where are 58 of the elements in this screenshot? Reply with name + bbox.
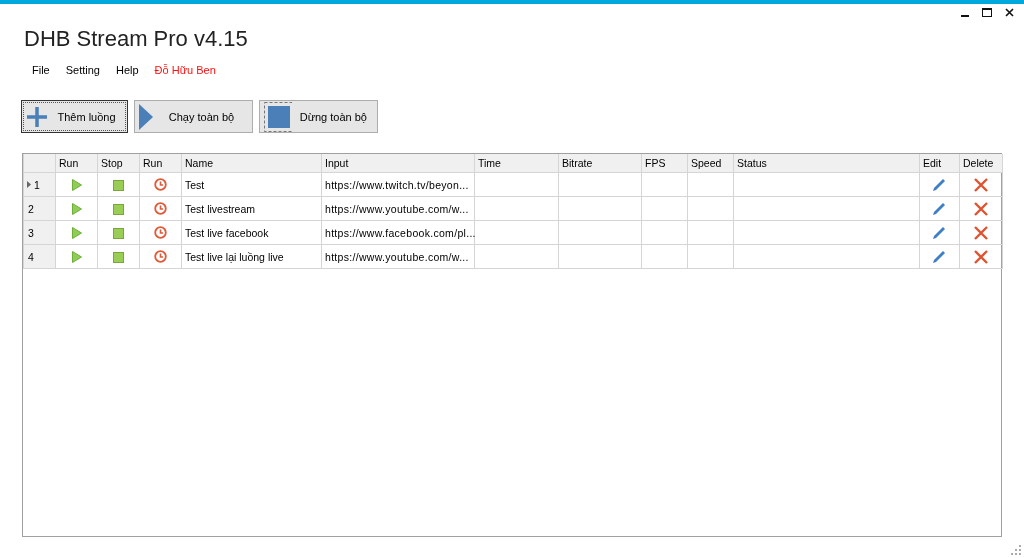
column-header[interactable]: Time [474, 154, 559, 173]
row-number: 1 [34, 178, 40, 191]
column-header[interactable]: FPS [641, 154, 688, 173]
column-header[interactable]: Run [55, 154, 98, 173]
column-header[interactable]: Name [181, 154, 322, 173]
resize-grip-icon[interactable] [1011, 545, 1021, 555]
row-number: 2 [28, 202, 34, 215]
stream-name: Test live lại luồng live [185, 250, 284, 263]
column-header[interactable]: Delete [959, 154, 1003, 173]
play-icon[interactable] [71, 203, 82, 216]
stop-icon [264, 101, 292, 132]
pencil-icon[interactable] [932, 201, 947, 216]
plus-icon [26, 105, 48, 128]
delete-icon[interactable] [974, 225, 988, 240]
play-icon [139, 103, 153, 130]
column-header[interactable]: Input [321, 154, 475, 173]
clock-icon[interactable] [154, 250, 167, 264]
app-title: DHB Stream Pro v4.15 [24, 25, 248, 53]
play-icon[interactable] [71, 251, 82, 264]
stop-icon[interactable] [113, 227, 124, 239]
column-header[interactable]: Edit [919, 154, 960, 173]
column-header[interactable]: Stop [97, 154, 140, 173]
run-all-button[interactable]: Chạy toàn bộ [134, 100, 253, 133]
input-url: https://www.facebook.com/pl... [325, 226, 476, 239]
menu-item[interactable]: File [25, 61, 58, 79]
play-icon[interactable] [71, 179, 82, 192]
stop-all-button[interactable]: Dừng toàn bộ [259, 100, 378, 133]
pencil-icon[interactable] [932, 249, 947, 264]
clock-icon[interactable] [154, 226, 167, 240]
menu-item[interactable]: Setting [57, 61, 108, 79]
pencil-icon[interactable] [932, 225, 947, 240]
maximize-icon[interactable] [982, 8, 992, 17]
input-url: https://www.youtube.com/w... [325, 250, 469, 263]
menu-item[interactable]: Help [108, 61, 147, 79]
column-header[interactable]: Run [139, 154, 182, 173]
column-header[interactable]: Status [733, 154, 920, 173]
stop-icon[interactable] [113, 251, 124, 263]
stop-icon[interactable] [113, 179, 124, 191]
clock-icon[interactable] [154, 178, 167, 192]
delete-icon[interactable] [974, 249, 988, 264]
stream-name: Test live facebook [185, 226, 269, 239]
input-url: https://www.youtube.com/w... [325, 202, 469, 215]
input-url: https://www.twitch.tv/beyon... [325, 178, 469, 191]
pencil-icon[interactable] [932, 177, 947, 192]
add-button[interactable]: Thêm luồng [21, 100, 128, 133]
delete-icon[interactable] [974, 177, 988, 192]
column-header[interactable]: Speed [687, 154, 734, 173]
close-icon[interactable] [1005, 8, 1014, 17]
stop-icon[interactable] [113, 203, 124, 215]
stream-name: Test [185, 178, 205, 191]
stream-name: Test livestream [185, 202, 256, 215]
author-link[interactable]: Đỗ Hữu Ben [146, 61, 224, 79]
row-number: 4 [28, 250, 34, 263]
play-icon[interactable] [71, 227, 82, 240]
row-number: 3 [28, 226, 34, 239]
column-header[interactable]: Bitrate [558, 154, 642, 173]
delete-icon[interactable] [974, 201, 988, 216]
clock-icon[interactable] [154, 202, 167, 216]
